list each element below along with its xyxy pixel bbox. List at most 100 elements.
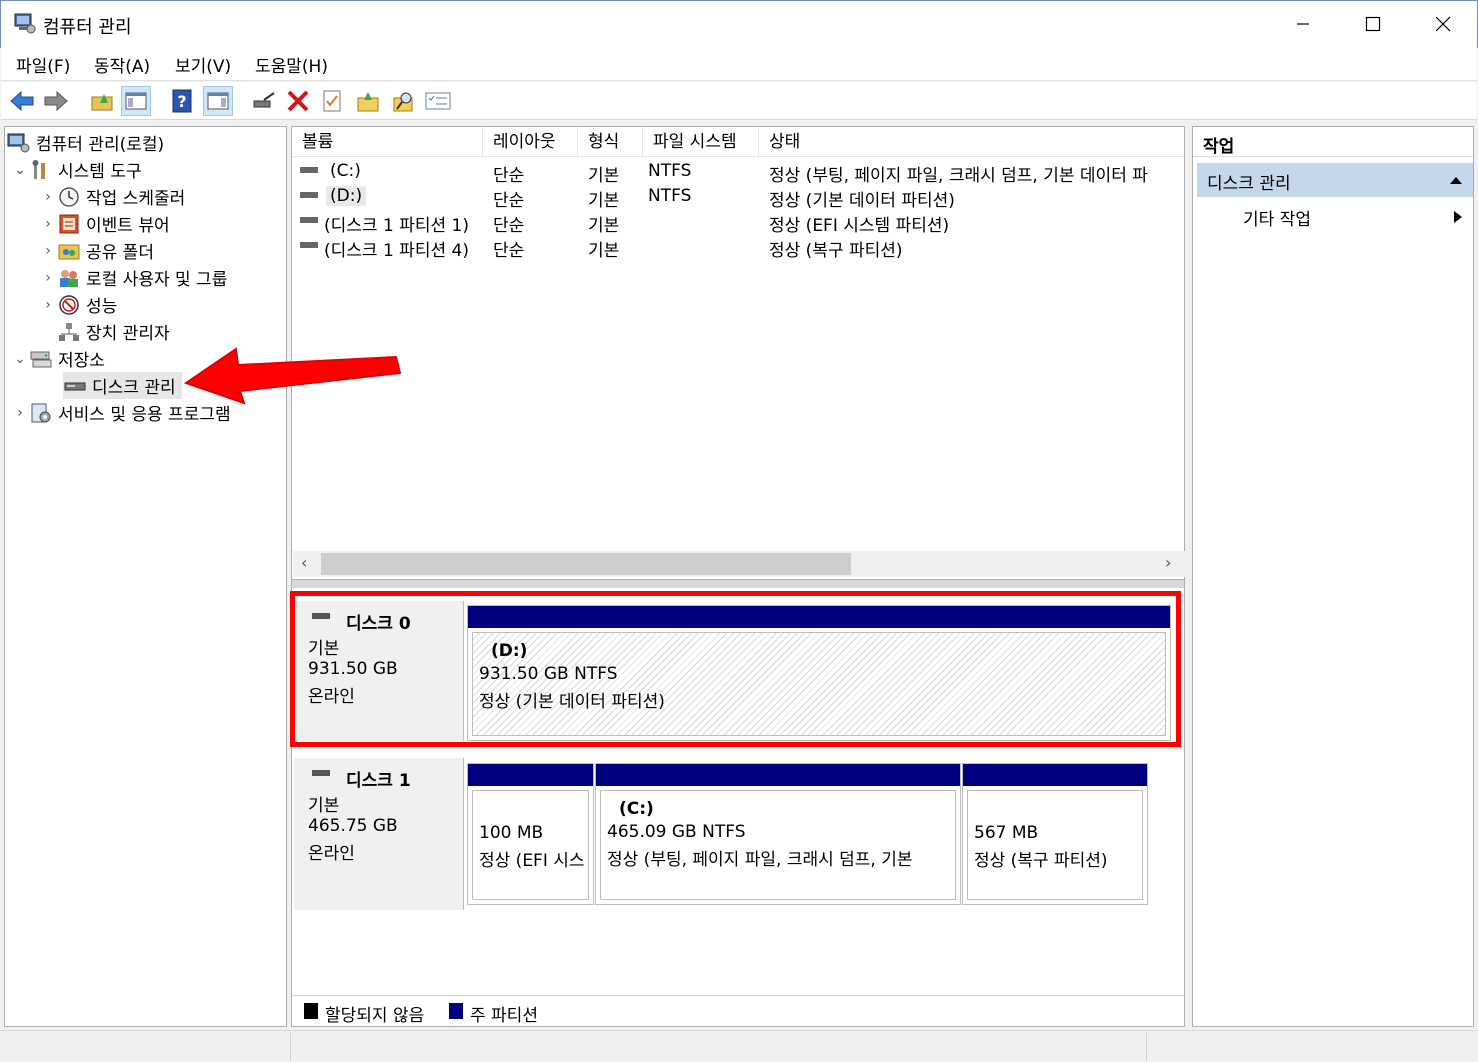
scroll-right-icon[interactable]: › xyxy=(1165,553,1171,572)
properties-button[interactable] xyxy=(317,86,347,116)
volume-type: 기본 xyxy=(588,191,620,211)
partition-size: 567 MB xyxy=(974,823,1039,843)
highlight-box xyxy=(290,591,1181,747)
disk-icon xyxy=(64,382,86,390)
horizontal-scrollbar[interactable]: ‹ › xyxy=(293,551,1185,577)
tree-item-system-tools[interactable]: ⌄ 시스템 도구 xyxy=(11,156,142,183)
chevron-right-icon[interactable]: › xyxy=(39,270,57,286)
partition-size: 465.09 GB NTFS xyxy=(607,822,746,842)
tree-item-shared-folders[interactable]: › 공유 폴더 xyxy=(39,237,154,264)
volume-row[interactable]: (디스크 1 파티션 4) 단순 기본 정상 (복구 파티션) xyxy=(292,234,1184,261)
submenu-arrow-icon xyxy=(1454,211,1462,223)
volume-name: (디스크 1 파티션 4) xyxy=(324,241,469,261)
column-header-layout[interactable]: 레이아웃 xyxy=(483,127,578,157)
partition-recovery[interactable]: 567 MB 정상 (복구 파티션) xyxy=(962,763,1148,905)
disk-state: 온라인 xyxy=(308,844,355,864)
menu-view[interactable]: 보기(V) xyxy=(175,52,231,77)
volume-name: (D:) xyxy=(326,186,367,206)
menu-file[interactable]: 파일(F) xyxy=(16,52,70,77)
title-bar: 컴퓨터 관리 xyxy=(0,0,1478,48)
delete-button[interactable] xyxy=(283,86,313,116)
maximize-button[interactable] xyxy=(1338,1,1408,47)
connect-button[interactable] xyxy=(249,86,279,116)
legend-primary: 주 파티션 xyxy=(470,1006,538,1026)
pane-splitter[interactable] xyxy=(292,579,1184,589)
volume-layout: 단순 xyxy=(493,241,525,261)
column-header-type[interactable]: 형식 xyxy=(578,127,643,157)
column-header-status[interactable]: 상태 xyxy=(759,127,1184,157)
scroll-left-icon[interactable]: ‹ xyxy=(301,553,307,572)
chevron-right-icon[interactable]: › xyxy=(39,216,57,232)
menu-bar: 파일(F) 동작(A) 보기(V) 도움말(H) xyxy=(1,48,1477,81)
disk-icon xyxy=(312,770,330,776)
tree-item-task-scheduler[interactable]: › 작업 스케줄러 xyxy=(39,183,185,210)
volume-status: 정상 (부팅, 페이지 파일, 크래시 덤프, 기본 데이터 파 xyxy=(769,166,1148,186)
volume-row[interactable]: (D:) 단순 기본 NTFS 정상 (기본 데이터 파티션) xyxy=(292,184,1184,211)
properties-icon xyxy=(323,90,341,112)
scrollbar-thumb[interactable] xyxy=(321,553,851,575)
back-button[interactable] xyxy=(7,86,37,116)
volume-fs: NTFS xyxy=(648,186,692,206)
chevron-right-icon[interactable]: › xyxy=(39,189,57,205)
column-header-volume[interactable]: 볼륨 xyxy=(292,127,483,157)
tree-item-root[interactable]: 컴퓨터 관리(로컬) xyxy=(7,129,164,156)
show-hide-tree-button[interactable] xyxy=(121,86,151,116)
collapse-up-icon[interactable] xyxy=(1449,175,1463,185)
primary-partition-bar xyxy=(596,764,960,786)
partition-efi[interactable]: 100 MB 정상 (EFI 시스 xyxy=(467,763,594,905)
chevron-right-icon[interactable]: › xyxy=(39,297,57,313)
chevron-right-icon[interactable]: › xyxy=(39,243,57,259)
list-view-button[interactable] xyxy=(423,86,453,116)
partition-c[interactable]: (C:) 465.09 GB NTFS 정상 (부팅, 페이지 파일, 크래시 … xyxy=(595,763,961,905)
tree-item-performance[interactable]: › 성능 xyxy=(39,291,117,318)
volume-icon xyxy=(300,167,318,173)
partition-body: 567 MB 정상 (복구 파티션) xyxy=(967,790,1143,900)
tree-label: 공유 폴더 xyxy=(86,243,154,263)
tree-label: 저장소 xyxy=(58,351,105,371)
menu-action[interactable]: 동작(A) xyxy=(94,52,150,77)
volume-icon xyxy=(300,192,318,198)
actions-more[interactable]: 기타 작업 xyxy=(1197,201,1473,231)
users-icon xyxy=(60,269,78,287)
red-arrow-annotation xyxy=(183,347,402,405)
export-button[interactable] xyxy=(353,86,383,116)
volume-layout: 단순 xyxy=(493,216,525,236)
tree-item-local-users[interactable]: › 로컬 사용자 및 그룹 xyxy=(39,264,227,291)
storage-icon xyxy=(30,351,52,367)
search-icon xyxy=(393,92,413,112)
disk-1-label[interactable]: 디스크 1 기본 465.75 GB 온라인 xyxy=(294,758,464,910)
menu-help[interactable]: 도움말(H) xyxy=(255,52,328,77)
chevron-down-icon[interactable]: ⌄ xyxy=(11,162,29,178)
column-header-filesystem[interactable]: 파일 시스템 xyxy=(643,127,759,157)
volume-name: (C:) xyxy=(330,161,361,181)
tree-item-disk-management[interactable]: 디스크 관리 xyxy=(63,372,182,399)
up-folder-button[interactable] xyxy=(87,86,117,116)
status-divider xyxy=(1146,1033,1147,1061)
forward-button[interactable] xyxy=(41,86,71,116)
partition-size: 100 MB xyxy=(479,823,544,843)
tree-item-storage[interactable]: ⌄ 저장소 xyxy=(11,345,105,372)
show-action-pane-button[interactable] xyxy=(203,86,233,116)
volume-row[interactable]: (디스크 1 파티션 1) 단순 기본 정상 (EFI 시스템 파티션) xyxy=(292,209,1184,236)
chevron-right-icon[interactable]: › xyxy=(11,405,29,421)
action-pane-icon xyxy=(207,92,229,110)
console-tree-icon xyxy=(125,92,147,110)
close-button[interactable] xyxy=(1408,1,1478,47)
partition-label: (C:) xyxy=(619,799,654,819)
volume-layout: 단순 xyxy=(493,191,525,211)
volume-row[interactable]: (C:) 단순 기본 NTFS 정상 (부팅, 페이지 파일, 크래시 덤프, … xyxy=(292,159,1184,186)
tree-item-device-manager[interactable]: 장치 관리자 xyxy=(57,318,170,345)
minimize-button[interactable] xyxy=(1268,1,1338,47)
status-divider xyxy=(290,1033,291,1061)
tree-item-event-viewer[interactable]: › 이벤트 뷰어 xyxy=(39,210,170,237)
actions-title: 작업 xyxy=(1203,137,1235,157)
partition-status: 정상 (부팅, 페이지 파일, 크래시 덤프, 기본 xyxy=(607,850,913,870)
actions-section-disk-management[interactable]: 디스크 관리 xyxy=(1197,163,1473,197)
legend: 할당되지 않음 주 파티션 xyxy=(292,995,1184,1026)
shared-folder-icon xyxy=(58,244,80,259)
help-button[interactable]: ? xyxy=(167,86,197,116)
chevron-down-icon[interactable]: ⌄ xyxy=(11,351,29,367)
volume-icon xyxy=(300,217,318,223)
search-button[interactable] xyxy=(389,86,419,116)
volume-fs: NTFS xyxy=(648,161,692,181)
